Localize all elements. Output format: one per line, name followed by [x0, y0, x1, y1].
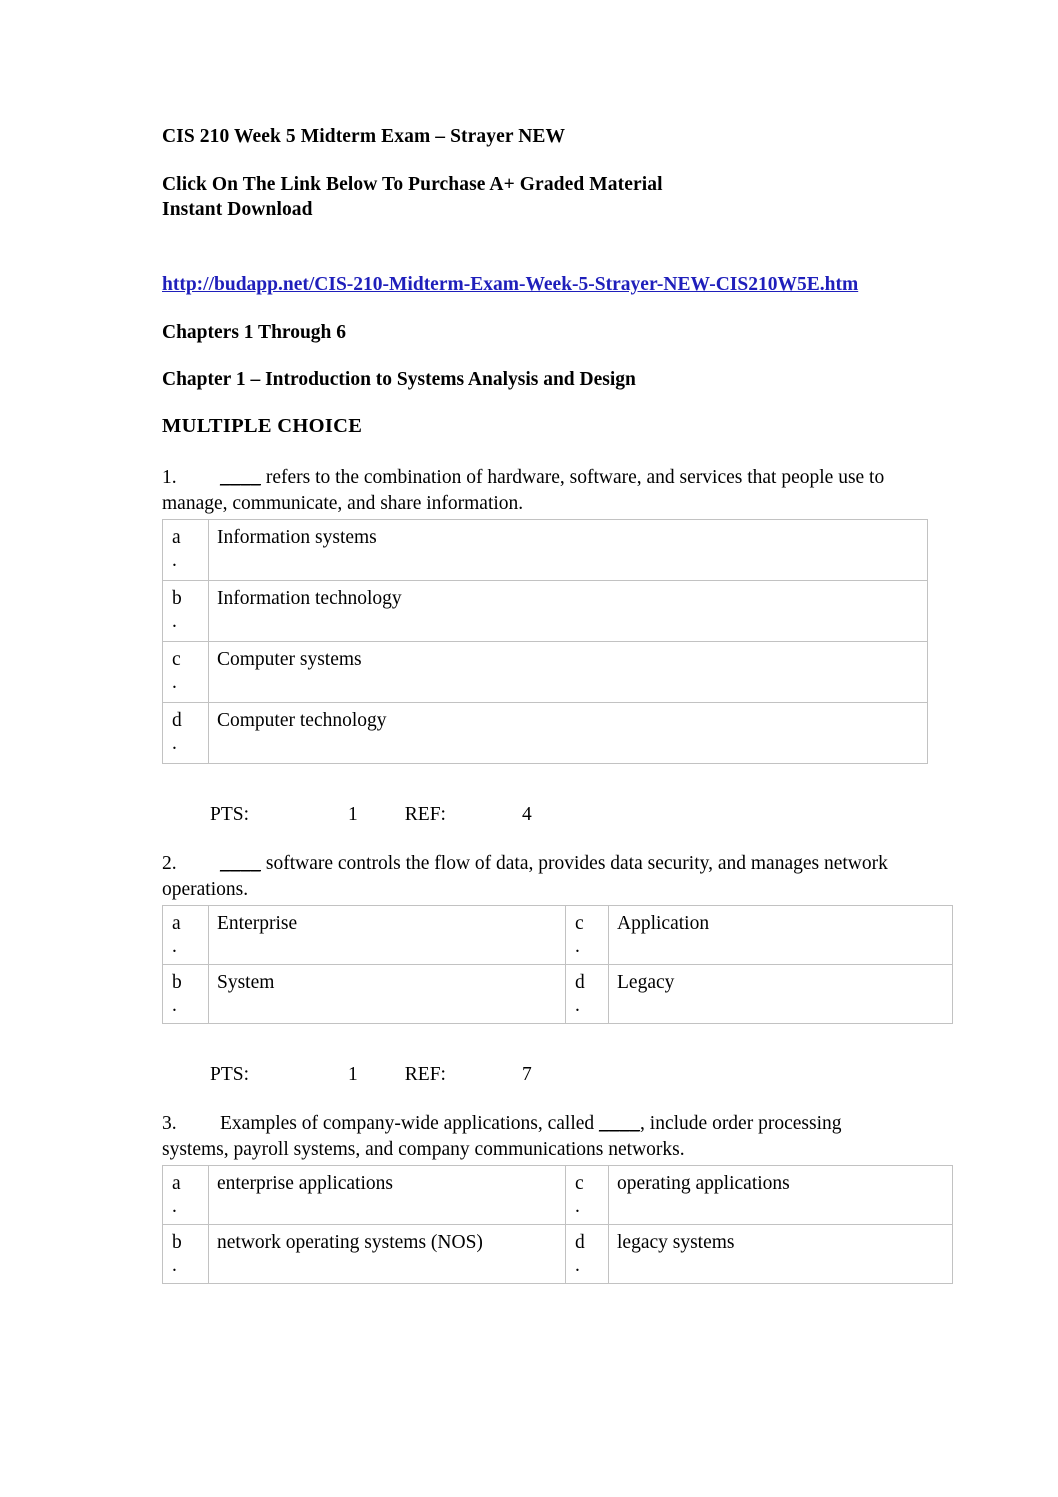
table-row: c . Computer systems — [162, 641, 928, 703]
option-letter-c: c . — [565, 1165, 609, 1225]
option-letter-mark: c — [172, 649, 181, 670]
option-text-c[interactable]: Application — [608, 905, 953, 965]
option-letter-a: a . — [162, 1165, 209, 1225]
option-letter-c: c . — [162, 641, 209, 703]
option-letter-dot: . — [172, 733, 177, 754]
document-page: CIS 210 Week 5 Midterm Exam – Strayer NE… — [0, 0, 1058, 1497]
option-text-a[interactable]: Enterprise — [208, 905, 566, 965]
table-row: b . Information technology — [162, 580, 928, 642]
question-1-text-after: refers to the combination of hardware, s… — [162, 467, 885, 514]
option-letter-dot: . — [172, 550, 177, 571]
option-letter-d: d . — [565, 1224, 609, 1284]
table-row: b . System d . Legacy — [162, 964, 953, 1024]
question-3-answer-table: a . enterprise applications c . operatin… — [162, 1165, 953, 1284]
question-1: 1. ____ refers to the combination of hard… — [162, 465, 928, 827]
option-letter-dot: . — [172, 1196, 177, 1217]
option-letter-dot: . — [172, 1255, 177, 1276]
option-text-d[interactable]: Computer technology — [208, 702, 928, 764]
option-text-a[interactable]: enterprise applications — [208, 1165, 566, 1225]
option-letter-dot: . — [172, 611, 177, 632]
table-row: a . Information systems — [162, 519, 928, 581]
question-1-text: 1. ____ refers to the combination of hard… — [162, 465, 902, 516]
purchase-line-2: Instant Download — [162, 199, 313, 220]
option-letter-mark: a — [172, 913, 181, 934]
question-2-text-after: software controls the flow of data, prov… — [162, 853, 888, 900]
option-letter-mark: a — [172, 1173, 181, 1194]
option-letter-mark: b — [172, 1232, 182, 1253]
option-text-d[interactable]: Legacy — [608, 964, 953, 1024]
option-letter-b: b . — [162, 964, 209, 1024]
option-letter-dot: . — [575, 1196, 580, 1217]
option-letter-dot: . — [575, 995, 580, 1016]
option-letter-dot: . — [172, 995, 177, 1016]
question-1-pts-ref: PTS: 1 REF: 4 — [162, 802, 902, 827]
question-3-blank: ____ — [599, 1113, 641, 1134]
pts-label: PTS: — [210, 804, 250, 825]
question-2-blank: ____ — [220, 853, 261, 874]
question-2: 2. ____ software controls the flow of dat… — [162, 851, 953, 1087]
option-letter-b: b . — [162, 580, 209, 642]
option-text-b[interactable]: network operating systems (NOS) — [208, 1224, 566, 1284]
document-title: CIS 210 Week 5 Midterm Exam – Strayer NE… — [162, 126, 566, 147]
option-letter-dot: . — [575, 936, 580, 957]
purchase-instructions: Click On The Link Below To Purchase A+ G… — [162, 172, 902, 222]
pts-value: 1 — [348, 1064, 358, 1085]
chapter-heading: Chapter 1 – Introduction to Systems Anal… — [162, 369, 636, 390]
option-letter-mark: c — [575, 913, 584, 934]
option-text-a[interactable]: Information systems — [208, 519, 928, 581]
question-2-answer-table: a . Enterprise c . Application b . Syste… — [162, 905, 953, 1024]
option-letter-mark: c — [575, 1173, 584, 1194]
option-letter-dot: . — [172, 936, 177, 957]
purchase-link-container: http://budapp.net/CIS-210-Midterm-Exam-W… — [162, 272, 902, 298]
option-letter-mark: a — [172, 527, 181, 548]
chapters-range-heading: Chapters 1 Through 6 — [162, 322, 347, 343]
purchase-line-1: Click On The Link Below To Purchase A+ G… — [162, 174, 663, 195]
ref-value: 7 — [521, 1064, 532, 1085]
question-1-answer-table: a . Information systems b . Information … — [162, 519, 928, 764]
question-2-pts-ref: PTS: 1 REF: 7 — [162, 1062, 902, 1087]
option-text-d[interactable]: legacy systems — [608, 1224, 953, 1284]
option-text-b[interactable]: System — [208, 964, 566, 1024]
option-text-b[interactable]: Information technology — [208, 580, 928, 642]
option-letter-c: c . — [565, 905, 609, 965]
option-letter-dot: . — [172, 672, 177, 693]
question-1-number: 1. — [162, 467, 177, 488]
option-letter-a: a . — [162, 905, 209, 965]
option-letter-dot: . — [575, 1255, 580, 1276]
option-letter-mark: d — [575, 1232, 585, 1253]
ref-value: 4 — [521, 804, 532, 825]
table-row: a . Enterprise c . Application — [162, 905, 953, 965]
option-letter-a: a . — [162, 519, 209, 581]
option-letter-mark: b — [172, 972, 182, 993]
option-letter-mark: b — [172, 588, 182, 609]
question-3-text: 3. Examples of company-wide applications,… — [162, 1111, 902, 1162]
option-text-c[interactable]: operating applications — [608, 1165, 953, 1225]
question-2-number: 2. — [162, 853, 177, 874]
option-letter-d: d . — [162, 702, 209, 764]
question-3-text-before: Examples of company-wide applications, c… — [220, 1113, 600, 1134]
option-letter-mark: d — [172, 710, 182, 731]
table-row: b . network operating systems (NOS) d . … — [162, 1224, 953, 1284]
table-row: a . enterprise applications c . operatin… — [162, 1165, 953, 1225]
document-content: CIS 210 Week 5 Midterm Exam – Strayer NE… — [162, 124, 953, 1284]
purchase-link[interactable]: http://budapp.net/CIS-210-Midterm-Exam-W… — [162, 274, 858, 295]
option-letter-mark: d — [575, 972, 585, 993]
ref-label: REF: — [404, 1064, 446, 1085]
table-row: d . Computer technology — [162, 702, 928, 764]
section-heading-multiple-choice: MULTIPLE CHOICE — [162, 415, 363, 437]
option-text-c[interactable]: Computer systems — [208, 641, 928, 703]
question-1-blank: ____ — [220, 467, 261, 488]
pts-label: PTS: — [210, 1064, 250, 1085]
ref-label: REF: — [404, 804, 446, 825]
option-letter-d: d . — [565, 964, 609, 1024]
question-3-number: 3. — [162, 1113, 177, 1134]
pts-value: 1 — [348, 804, 358, 825]
question-2-text: 2. ____ software controls the flow of dat… — [162, 851, 902, 902]
question-3: 3. Examples of company-wide applications,… — [162, 1111, 953, 1284]
option-letter-b: b . — [162, 1224, 209, 1284]
